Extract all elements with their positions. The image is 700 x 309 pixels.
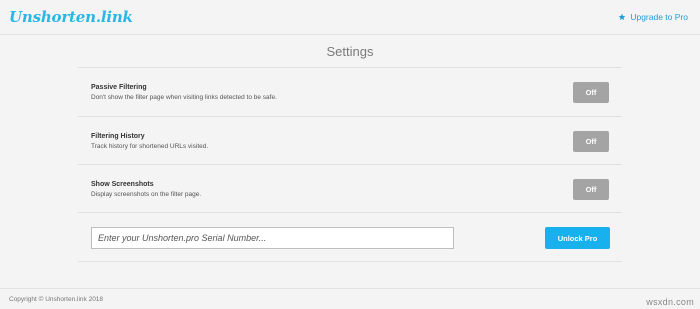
copyright: Copyright © Unshorten.link 2018 — [9, 296, 104, 303]
passive-filtering-toggle[interactable]: Off — [573, 82, 609, 103]
page-title: Settings — [326, 44, 374, 59]
upgrade-to-pro-link[interactable]: Upgrade to Pro — [618, 12, 688, 22]
setting-description: Don't show the filter page when visiting… — [91, 94, 277, 101]
filtering-history-toggle[interactable]: Off — [573, 131, 609, 152]
setting-description: Display screenshots on the filter page. — [91, 191, 202, 198]
setting-description: Track history for shortened URLs visited… — [91, 143, 209, 150]
logo[interactable]: Unshorten.link — [9, 8, 133, 26]
setting-label: Show Screenshots — [91, 181, 154, 188]
unlock-pro-button[interactable]: Unlock Pro — [545, 227, 610, 249]
setting-row-filtering-history: Filtering History Track history for shor… — [78, 117, 622, 165]
setting-row-show-screenshots: Show Screenshots Display screenshots on … — [78, 165, 622, 213]
header-divider — [0, 34, 700, 35]
setting-label: Filtering History — [91, 133, 145, 140]
divider — [78, 261, 622, 262]
serial-number-input[interactable] — [91, 227, 454, 249]
setting-row-passive-filtering: Passive Filtering Don't show the filter … — [78, 68, 622, 116]
setting-label: Passive Filtering — [91, 84, 147, 91]
footer-divider — [0, 288, 700, 289]
star-icon — [619, 13, 626, 21]
top-bar: Unshorten.link Upgrade to Pro — [0, 0, 700, 34]
upgrade-label: Upgrade to Pro — [630, 12, 688, 22]
watermark: wsxdn.com — [646, 297, 694, 307]
divider — [78, 212, 622, 213]
show-screenshots-toggle[interactable]: Off — [573, 179, 609, 200]
